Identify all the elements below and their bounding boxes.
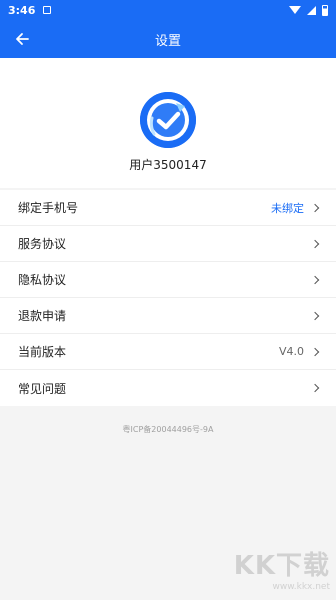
page-title: 设置 [154, 33, 181, 49]
menu-item-version[interactable]: 当前版本 V4.0 [0, 334, 336, 370]
app-header: 3:46 设置 [0, 0, 336, 58]
bind-status: 未绑定 [271, 201, 304, 215]
menu-item-label: 绑定手机号 [18, 201, 79, 215]
menu-item-label: 隐私协议 [18, 273, 67, 287]
chevron-right-icon [310, 275, 320, 284]
watermark-url: www.kkx.net [272, 582, 331, 592]
chevron-right-icon [310, 347, 320, 356]
username: 用户3500147 [129, 158, 207, 172]
settings-menu: 绑定手机号 未绑定 服务协议 隐私协议 退款申请 当前版本 V4.0 常见问题 [0, 190, 336, 406]
menu-item-service-agreement[interactable]: 服务协议 [0, 226, 336, 262]
watermark: KK下载 www.kkx.net [234, 545, 330, 592]
menu-item-faq[interactable]: 常见问题 [0, 370, 336, 406]
version-value: V4.0 [278, 345, 304, 358]
status-bar: 3:46 [0, 0, 336, 20]
battery-icon [322, 4, 328, 16]
menu-item-bind-phone[interactable]: 绑定手机号 未绑定 [0, 190, 336, 226]
navigation-bar: 设置 [0, 22, 336, 56]
watermark-logo: KK下载 [233, 551, 330, 581]
menu-item-label: 常见问题 [18, 381, 67, 396]
chevron-right-icon [310, 311, 320, 320]
status-time: 3:46 [8, 3, 36, 17]
image-notification-icon [43, 6, 52, 14]
menu-item-privacy-policy[interactable]: 隐私协议 [0, 262, 336, 298]
menu-item-label: 服务协议 [18, 237, 67, 251]
chevron-right-icon [310, 383, 320, 393]
menu-item-refund[interactable]: 退款申请 [0, 298, 336, 334]
menu-item-label: 当前版本 [18, 345, 67, 359]
chevron-right-icon [310, 239, 320, 248]
back-button[interactable] [10, 27, 34, 51]
arrow-left-icon [16, 33, 29, 45]
status-icons [289, 4, 328, 16]
icp-license[interactable]: 粤ICP备20044496号-9A [0, 424, 336, 435]
signal-icon [307, 5, 316, 15]
profile-section: 用户3500147 [0, 58, 336, 188]
avatar[interactable] [140, 92, 196, 148]
app-logo-icon [140, 92, 196, 148]
menu-item-label: 退款申请 [18, 309, 67, 323]
wifi-icon [289, 6, 301, 14]
chevron-right-icon [310, 203, 320, 212]
